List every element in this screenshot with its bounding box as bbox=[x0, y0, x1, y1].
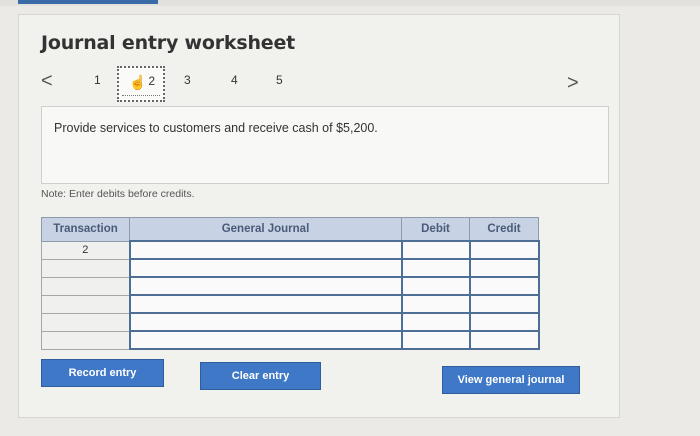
clear-entry-button[interactable]: Clear entry bbox=[200, 362, 321, 390]
credit-input[interactable] bbox=[468, 258, 540, 278]
prev-step-button[interactable]: < bbox=[41, 70, 53, 93]
debit-column-header: Debit bbox=[401, 217, 470, 242]
step-1-tab[interactable]: 1 bbox=[94, 73, 101, 87]
transaction-cell bbox=[41, 312, 130, 332]
transaction-cell bbox=[41, 258, 130, 278]
credit-input[interactable] bbox=[468, 276, 540, 296]
table-row bbox=[41, 258, 540, 278]
transaction-cell: 2 bbox=[41, 240, 130, 260]
general-journal-input[interactable] bbox=[128, 240, 403, 260]
table-row bbox=[41, 330, 540, 350]
table-row bbox=[41, 294, 540, 314]
debit-input[interactable] bbox=[400, 276, 471, 296]
transaction-cell bbox=[41, 330, 130, 350]
transaction-cell bbox=[41, 294, 130, 314]
general-journal-input[interactable] bbox=[128, 330, 403, 350]
step-5-tab[interactable]: 5 bbox=[276, 73, 283, 87]
debit-input[interactable] bbox=[400, 258, 471, 278]
transaction-cell bbox=[41, 276, 130, 296]
view-general-journal-button[interactable]: View general journal bbox=[442, 366, 580, 394]
journal-header-row: Transaction General Journal Debit Credit bbox=[41, 217, 539, 242]
table-row: 2 bbox=[41, 240, 540, 260]
credit-input[interactable] bbox=[468, 240, 540, 260]
step-4-tab[interactable]: 4 bbox=[231, 73, 238, 87]
general-journal-input[interactable] bbox=[128, 312, 403, 332]
active-step-underline bbox=[122, 95, 160, 96]
general-journal-column-header: General Journal bbox=[129, 217, 402, 242]
step-2-tab-active[interactable]: ☝ 2 bbox=[117, 66, 165, 102]
credit-input[interactable] bbox=[468, 294, 540, 314]
step-2-label: 2 bbox=[148, 74, 155, 88]
debit-input[interactable] bbox=[400, 312, 471, 332]
worksheet-panel bbox=[18, 14, 620, 418]
top-accent-bar bbox=[18, 0, 158, 4]
hand-pointer-icon: ☝ bbox=[129, 74, 147, 90]
table-row bbox=[41, 276, 540, 296]
transaction-column-header: Transaction bbox=[41, 217, 130, 242]
next-step-button[interactable]: > bbox=[567, 72, 579, 95]
debit-input[interactable] bbox=[400, 330, 471, 350]
table-row bbox=[41, 312, 540, 332]
credit-input[interactable] bbox=[468, 312, 540, 332]
debit-input[interactable] bbox=[400, 294, 471, 314]
general-journal-input[interactable] bbox=[128, 294, 403, 314]
credit-input[interactable] bbox=[468, 330, 540, 350]
record-entry-button[interactable]: Record entry bbox=[41, 359, 164, 387]
page-title: Journal entry worksheet bbox=[41, 32, 296, 54]
step-3-tab[interactable]: 3 bbox=[184, 73, 191, 87]
debits-note: Note: Enter debits before credits. bbox=[41, 188, 195, 200]
transaction-prompt-text: Provide services to customers and receiv… bbox=[54, 121, 378, 135]
general-journal-input[interactable] bbox=[128, 276, 403, 296]
general-journal-input[interactable] bbox=[128, 258, 403, 278]
transaction-prompt-box: Provide services to customers and receiv… bbox=[41, 106, 609, 184]
credit-column-header: Credit bbox=[469, 217, 539, 242]
debit-input[interactable] bbox=[400, 240, 471, 260]
journal-table: Transaction General Journal Debit Credit… bbox=[41, 217, 540, 350]
